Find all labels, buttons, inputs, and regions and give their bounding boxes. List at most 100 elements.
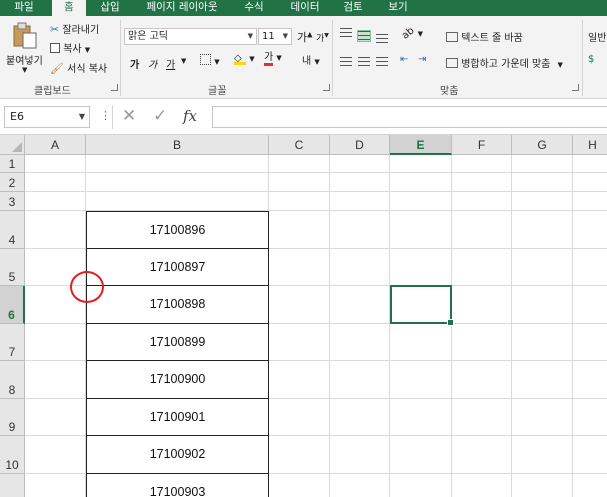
row-number: 9 [8,420,16,434]
cut-button[interactable]: ✂ 잘라내기 [50,21,99,36]
tab-page-layout[interactable]: 페이지 레이아웃 [136,0,228,16]
worksheet-grid[interactable]: A B C D E F G H 1 2 3 4 5 6 7 8 9 10 11 … [0,135,607,497]
column-header-e[interactable]: E [390,135,452,155]
row-header-3[interactable]: 3 [0,192,25,211]
font-launcher-icon[interactable] [323,84,330,91]
grid-line [329,155,330,497]
cell-b10[interactable]: 17100902 [86,436,269,474]
align-right-icon[interactable] [376,57,388,67]
shrink-font-button[interactable]: 가▼ [316,31,329,44]
wrap-text-button[interactable]: 텍스트 줄 바꿈 [446,29,523,44]
row-number: 5 [8,270,16,284]
row-header-1[interactable]: 1 [0,155,25,173]
borders-button[interactable]: ▼ [200,54,220,67]
row-number: 2 [8,176,16,190]
currency-format-icon[interactable]: $ [588,54,594,65]
cell-b8[interactable]: 17100900 [86,361,269,399]
name-box[interactable]: E6 ▼ [4,106,90,128]
underline-button[interactable]: 가 [166,56,175,71]
column-header-g[interactable]: G [512,135,573,155]
cell-b11[interactable]: 17100903 [86,474,269,497]
cell-b9[interactable]: 17100901 [86,399,269,436]
grow-font-button[interactable]: 가▲ [297,29,313,45]
row-number: 6 [8,308,15,322]
increase-indent-button[interactable]: ⇥ [418,54,426,65]
bold-button[interactable]: 가 [130,56,139,71]
copy-button[interactable]: 복사 ▼ [50,40,90,55]
number-format-select[interactable]: 일반 [588,29,606,44]
align-top-icon[interactable] [340,28,352,38]
merge-cells-icon [446,58,458,68]
font-name-select[interactable]: 맑은 고딕 ▼ [124,28,257,45]
tab-view[interactable]: 보기 [380,0,416,16]
tab-review[interactable]: 검토 [336,0,370,16]
cell-b6[interactable]: 17100898 [86,286,269,324]
clipboard-launcher-icon[interactable] [111,84,118,91]
select-all-button[interactable] [0,135,25,155]
merge-center-button[interactable]: 병합하고 가운데 맞춤 ▼ [446,55,563,70]
insert-function-icon[interactable]: fx [183,107,197,125]
italic-button[interactable]: 가 [148,56,157,71]
row-header-4[interactable]: 4 [0,211,25,249]
format-painter-button[interactable]: 🖌 서식 복사 [50,60,107,75]
font-size-select[interactable]: 11 ▼ [258,28,292,45]
grid-line [25,191,607,192]
row-header-10[interactable]: 10 [0,436,25,474]
cut-label: 잘라내기 [62,25,100,36]
align-center-icon[interactable] [358,57,370,67]
cell-b4[interactable]: 17100896 [86,211,269,249]
tab-formulas[interactable]: 수식 [236,0,272,16]
phonetic-button[interactable]: 내 ▼ [302,52,320,67]
column-header-b[interactable]: B [86,135,269,155]
tab-home[interactable]: 홈 [52,0,86,16]
font-color-button[interactable]: 가 ▼ [264,52,282,66]
row-header-11[interactable]: 11 [0,474,25,497]
name-box-value: E6 [10,110,24,123]
column-header-d[interactable]: D [330,135,390,155]
decrease-indent-icon: ⇤ [400,54,409,65]
active-cell-e6[interactable] [390,285,454,326]
paste-icon [13,22,37,49]
tab-insert[interactable]: 삽입 [90,0,130,16]
row-header-9[interactable]: 9 [0,399,25,436]
column-header-f[interactable]: F [452,135,512,155]
paste-dropdown-icon[interactable]: ▼ [22,66,27,74]
cell-b7[interactable]: 17100899 [86,324,269,361]
copy-dropdown-icon[interactable]: ▼ [85,46,90,54]
row-header-7[interactable]: 7 [0,324,25,361]
column-header-h[interactable]: H [573,135,607,155]
paste-button[interactable]: 붙여넣기 ▼ [4,20,46,78]
row-header-2[interactable]: 2 [0,173,25,192]
separator [120,20,121,96]
copy-label: 복사 [63,44,82,55]
tab-file[interactable]: 파일 [0,0,48,16]
border-icon [200,54,211,65]
enter-icon[interactable]: ✓ [153,106,167,126]
column-header-a[interactable]: A [25,135,86,155]
align-middle-icon[interactable] [357,30,371,42]
brush-icon: 🖌 [50,62,64,75]
tab-data[interactable]: 데이터 [282,0,328,16]
font-color-icon: 가 [264,52,274,66]
decrease-indent-button[interactable]: ⇤ [400,54,408,65]
align-bottom-icon[interactable] [376,34,388,44]
cell-b5[interactable]: 17100897 [86,249,269,286]
row-number: 3 [8,195,16,209]
more-options-icon[interactable]: ⋮ [100,109,111,122]
row-header-5[interactable]: 5 [0,249,25,286]
align-left-icon[interactable] [340,57,352,67]
formula-input[interactable] [212,106,607,128]
fill-color-button[interactable]: ◇ ▼ [234,53,255,65]
orientation-button[interactable]: ab ▼ [400,25,423,41]
wrap-text-icon [446,32,458,42]
row-header-8[interactable]: 8 [0,361,25,399]
row-number: 10 [5,458,19,472]
alignment-launcher-icon[interactable] [572,84,579,91]
column-header-c[interactable]: C [269,135,330,155]
wrap-text-label: 텍스트 줄 바꿈 [461,33,523,44]
ribbon-tab-bar: 파일 홈 삽입 페이지 레이아웃 수식 데이터 검토 보기 [0,0,607,16]
underline-dropdown-icon[interactable]: ▼ [181,57,186,65]
row-header-6[interactable]: 6 [0,286,25,324]
row-number: 4 [8,233,16,247]
cancel-icon[interactable]: ✕ [122,106,136,126]
